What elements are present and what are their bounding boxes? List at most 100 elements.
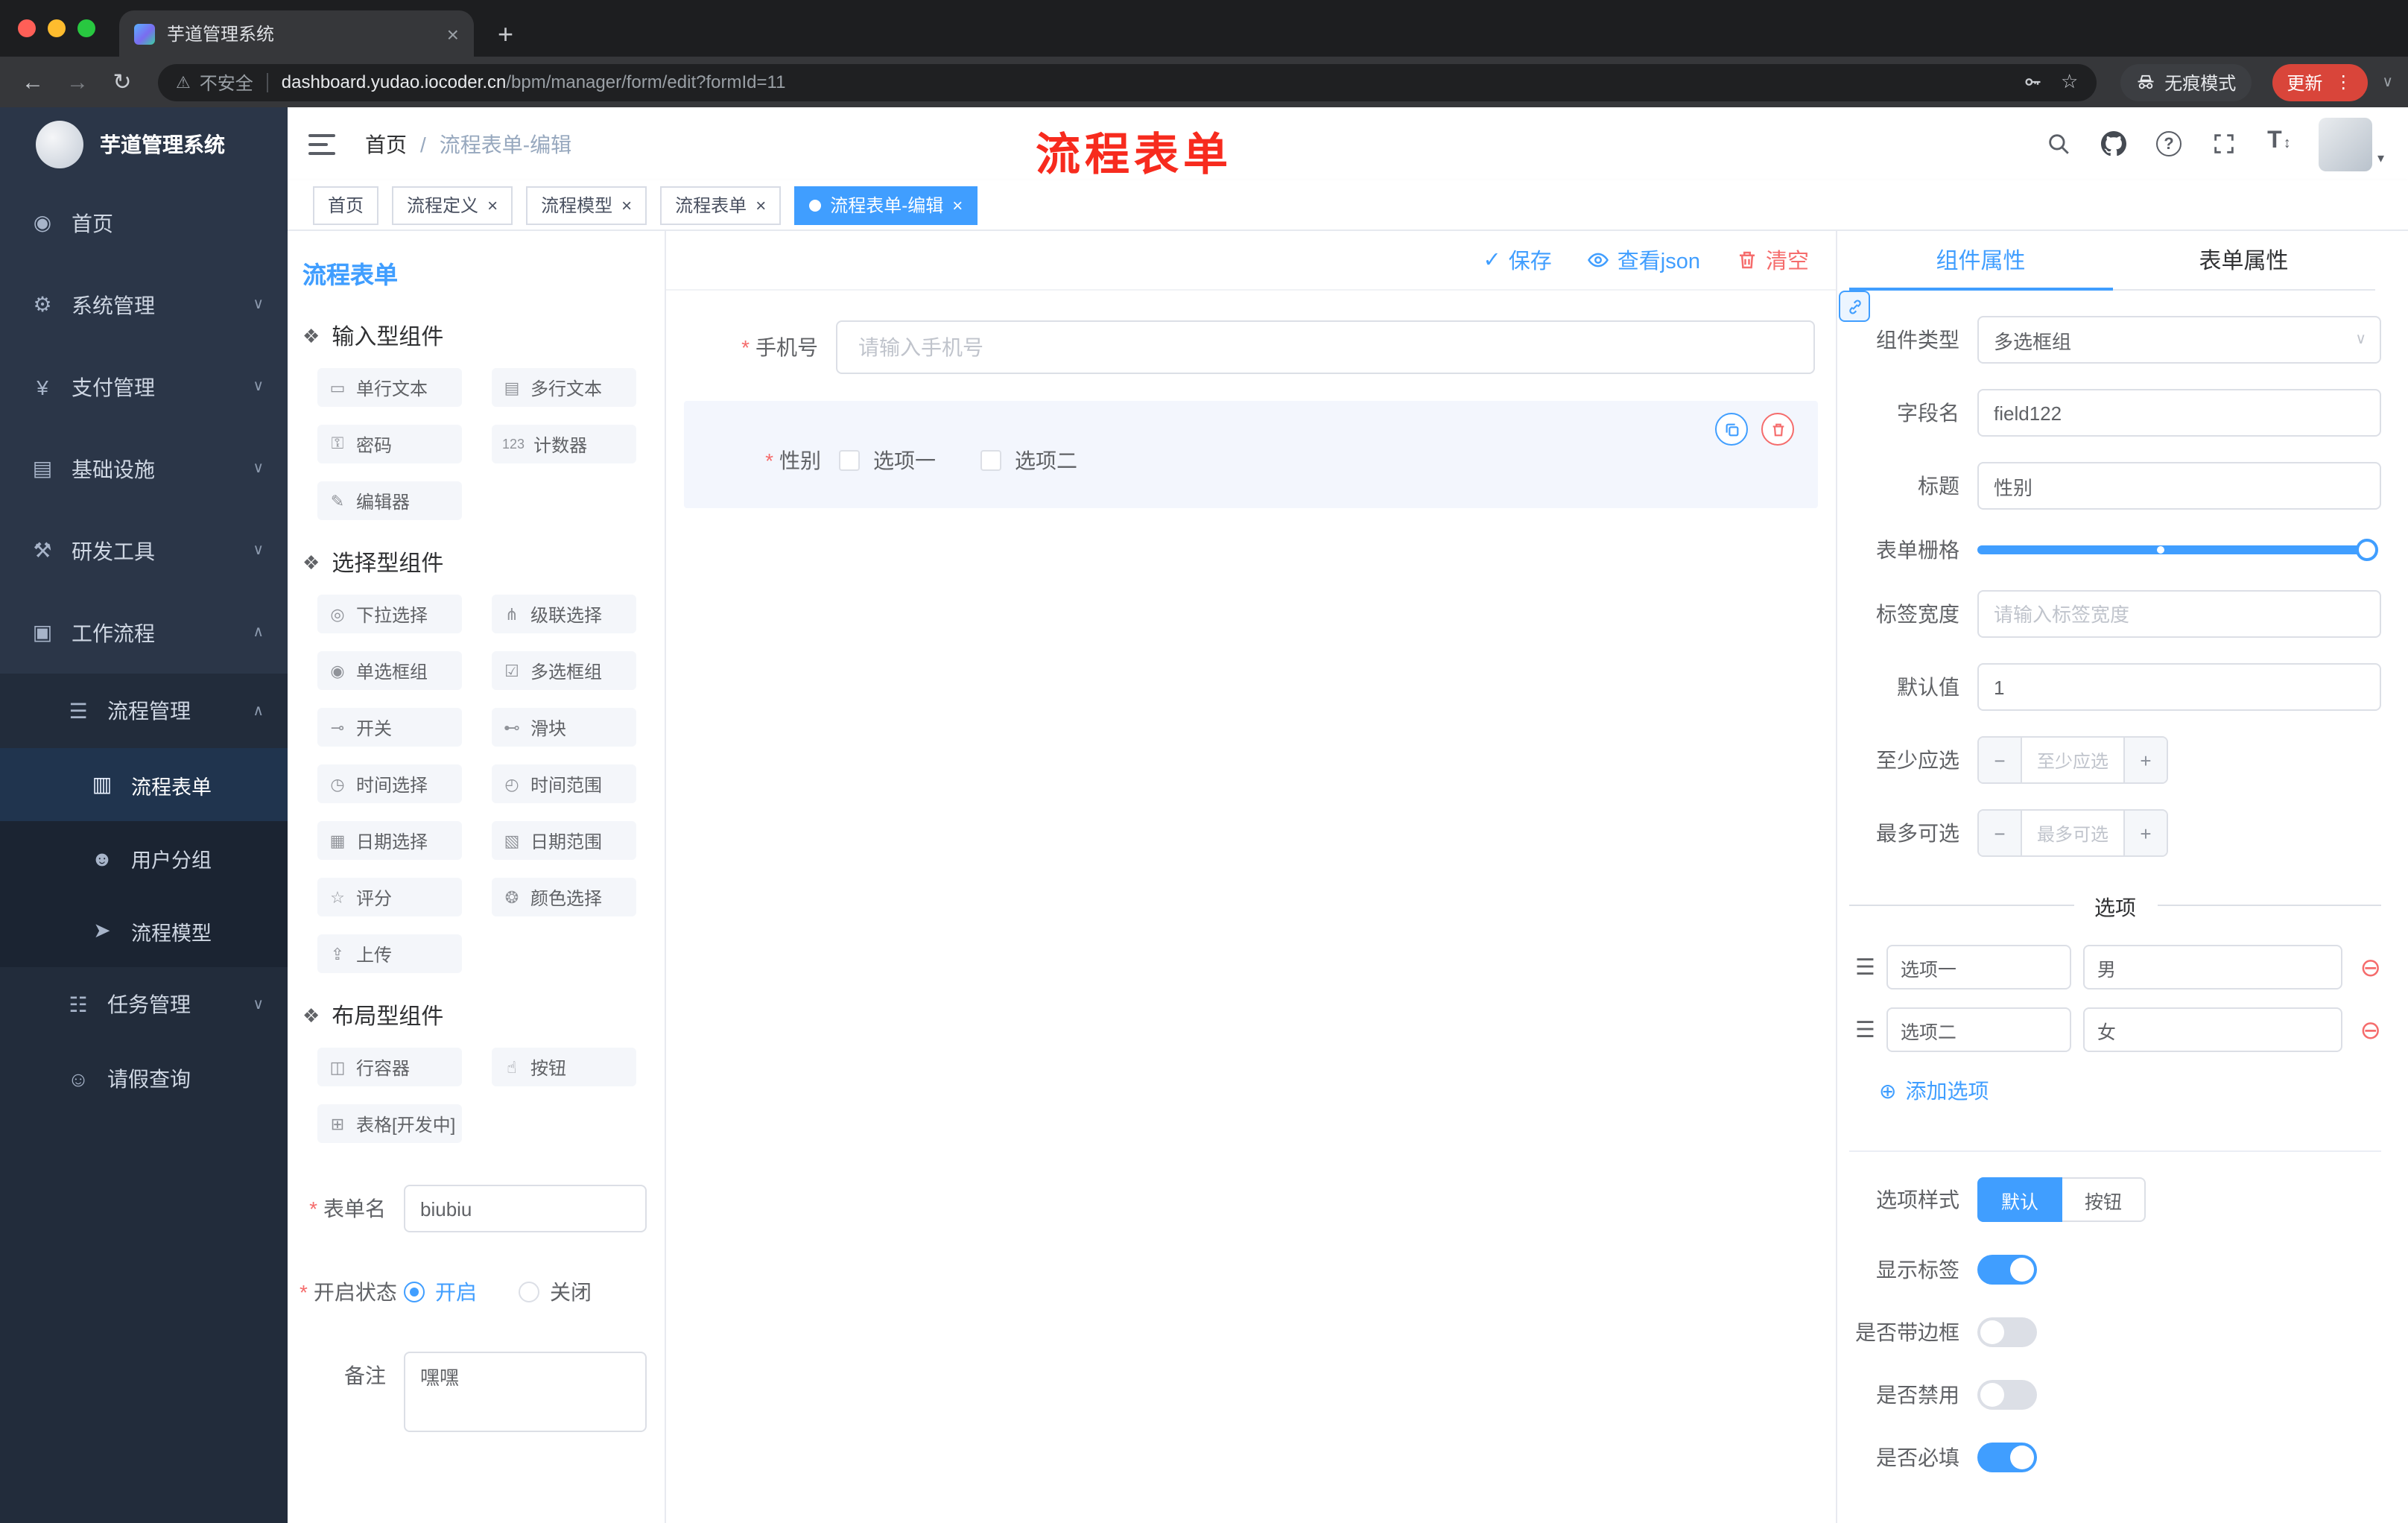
default-value-input[interactable] — [1977, 663, 2381, 711]
component-editor[interactable]: ✎ 编辑器 — [317, 481, 462, 520]
sidebar-item-user-group[interactable]: ☻ 用户分组 — [0, 821, 288, 894]
sidebar-item-leave-query[interactable]: ☺ 请假查询 — [0, 1042, 288, 1116]
style-button-button[interactable]: 按钮 — [2062, 1177, 2146, 1222]
github-icon[interactable] — [2099, 127, 2129, 160]
slider-handle[interactable] — [2356, 539, 2378, 561]
sidebar-item-process-management[interactable]: ☰ 流程管理 ∧ — [0, 674, 288, 748]
option-2-value-input[interactable] — [2083, 1007, 2342, 1052]
show-label-toggle[interactable] — [1977, 1255, 2037, 1285]
component-time-range[interactable]: ◴ 时间范围 — [492, 764, 636, 803]
component-multi-line-text[interactable]: ▤ 多行文本 — [492, 368, 636, 407]
sidebar-item-infra[interactable]: ▤ 基础设施 ∨ — [0, 428, 288, 510]
maximize-window-button[interactable] — [77, 19, 95, 37]
component-radio-group[interactable]: ◉ 单选框组 — [317, 651, 462, 690]
component-select[interactable]: ◎ 下拉选择 — [317, 595, 462, 633]
sidebar-item-home[interactable]: ◉ 首页 — [0, 182, 288, 264]
drag-handle-icon[interactable]: ☰ — [1855, 1016, 1875, 1043]
component-checkbox-group[interactable]: ☑ 多选框组 — [492, 651, 636, 690]
browser-tab[interactable]: 芋道管理系统 × — [119, 10, 474, 57]
option-2-name-input[interactable] — [1886, 1007, 2072, 1052]
bookmark-star-icon[interactable]: ☆ — [2061, 70, 2078, 94]
address-bar[interactable]: ⚠ 不安全 dashboard.yudao.iocoder.cn /bpm/ma… — [158, 63, 2097, 101]
status-radio-off[interactable]: 关闭 — [519, 1277, 592, 1307]
search-icon[interactable] — [2044, 127, 2073, 160]
min-select-value[interactable]: 至少应选 — [2022, 738, 2123, 782]
sidebar-item-devtools[interactable]: ⚒ 研发工具 ∨ — [0, 510, 288, 592]
user-menu[interactable]: ▾ — [2319, 117, 2384, 171]
tab-form-props[interactable]: 表单属性 — [2112, 231, 2375, 289]
copy-field-button[interactable] — [1715, 413, 1748, 446]
component-password[interactable]: ⚿ 密码 — [317, 425, 462, 463]
tag-process-definition[interactable]: 流程定义 × — [392, 186, 513, 224]
decrease-button[interactable]: − — [1979, 738, 2022, 782]
add-option-button[interactable]: ⊕ 添加选项 — [1879, 1076, 2408, 1106]
link-icon-button[interactable] — [1839, 291, 1870, 322]
sidebar-item-payment[interactable]: ¥ 支付管理 ∨ — [0, 346, 288, 428]
save-button[interactable]: ✓ 保存 — [1483, 244, 1551, 276]
forward-icon[interactable]: → — [60, 69, 95, 95]
toolbar-chevron-icon[interactable]: ∨ — [2382, 74, 2393, 90]
field-phone[interactable]: 手机号 — [684, 305, 1818, 389]
sidebar-item-workflow[interactable]: ▣ 工作流程 ∧ — [0, 592, 288, 674]
grid-slider[interactable] — [1977, 539, 2378, 561]
style-default-button[interactable]: 默认 — [1977, 1177, 2063, 1222]
option-1-value-input[interactable] — [2083, 945, 2342, 990]
minimize-window-button[interactable] — [48, 19, 66, 37]
sidebar-item-system[interactable]: ⚙ 系统管理 ∨ — [0, 264, 288, 346]
font-size-icon[interactable]: T ↕ — [2264, 127, 2294, 160]
tag-process-model[interactable]: 流程模型 × — [526, 186, 647, 224]
title-input[interactable] — [1977, 462, 2381, 510]
component-time-picker[interactable]: ◷ 时间选择 — [317, 764, 462, 803]
sidebar-item-process-form[interactable]: ▥ 流程表单 — [0, 748, 288, 821]
remove-option-icon[interactable]: ⊖ — [2360, 954, 2382, 980]
component-table-dev[interactable]: ⊞ 表格[开发中] — [317, 1104, 462, 1143]
delete-field-button[interactable] — [1761, 413, 1794, 446]
form-remark-textarea[interactable]: 嘿嘿 — [404, 1352, 647, 1432]
required-toggle[interactable] — [1977, 1443, 2037, 1472]
drag-handle-icon[interactable]: ☰ — [1855, 954, 1875, 981]
component-row-container[interactable]: ◫ 行容器 — [317, 1048, 462, 1086]
browser-update-button[interactable]: 更新 ⋮ — [2272, 63, 2368, 101]
max-select-value[interactable]: 最多可选 — [2022, 811, 2123, 855]
breadcrumb-home[interactable]: 首页 — [365, 129, 407, 159]
component-button[interactable]: ☝ 按钮 — [492, 1048, 636, 1086]
component-slider[interactable]: ⊷ 滑块 — [492, 708, 636, 747]
increase-button[interactable]: + — [2123, 811, 2167, 855]
tag-home[interactable]: 首页 — [313, 186, 379, 224]
tag-process-form[interactable]: 流程表单 × — [660, 186, 782, 224]
status-radio-on[interactable]: 开启 — [404, 1277, 477, 1307]
fullscreen-icon[interactable] — [2209, 127, 2239, 160]
remove-option-icon[interactable]: ⊖ — [2360, 1017, 2382, 1042]
tag-process-form-edit[interactable]: 流程表单-编辑 × — [794, 186, 978, 224]
component-cascader[interactable]: ⋔ 级联选择 — [492, 595, 636, 633]
field-name-input[interactable] — [1977, 389, 2381, 437]
form-name-input[interactable] — [404, 1185, 647, 1232]
help-icon[interactable]: ? — [2154, 127, 2184, 160]
close-window-button[interactable] — [18, 19, 36, 37]
sidebar-collapse-icon[interactable] — [308, 133, 335, 154]
component-upload[interactable]: ⇪ 上传 — [317, 934, 462, 973]
new-tab-button[interactable]: + — [498, 21, 513, 48]
close-icon[interactable]: × — [487, 196, 498, 214]
reload-icon[interactable]: ↻ — [104, 69, 140, 95]
security-label[interactable]: 不安全 — [200, 69, 253, 95]
component-color-picker[interactable]: ❂ 颜色选择 — [492, 878, 636, 916]
component-date-picker[interactable]: ▦ 日期选择 — [317, 821, 462, 860]
component-rate[interactable]: ☆ 评分 — [317, 878, 462, 916]
disabled-toggle[interactable] — [1977, 1380, 2037, 1410]
component-counter[interactable]: 123 计数器 — [492, 425, 636, 463]
component-single-line-text[interactable]: ▭ 单行文本 — [317, 368, 462, 407]
component-type-select[interactable]: 多选框组 ∨ — [1977, 316, 2381, 364]
close-icon[interactable]: × — [952, 196, 963, 214]
selected-field-gender[interactable]: 性别 选项一 选项二 — [684, 401, 1818, 508]
close-icon[interactable]: × — [755, 196, 766, 214]
browser-menu-icon[interactable]: ⋮ — [2334, 72, 2352, 92]
clear-button[interactable]: 清空 — [1736, 244, 1809, 276]
password-key-icon[interactable] — [2022, 72, 2043, 92]
back-icon[interactable]: ← — [15, 69, 51, 95]
sidebar-item-process-model[interactable]: ➤ 流程模型 — [0, 894, 288, 967]
increase-button[interactable]: + — [2123, 738, 2167, 782]
component-switch[interactable]: ⊸ 开关 — [317, 708, 462, 747]
label-width-input[interactable] — [1977, 590, 2381, 638]
view-json-button[interactable]: 查看json — [1588, 244, 1700, 276]
